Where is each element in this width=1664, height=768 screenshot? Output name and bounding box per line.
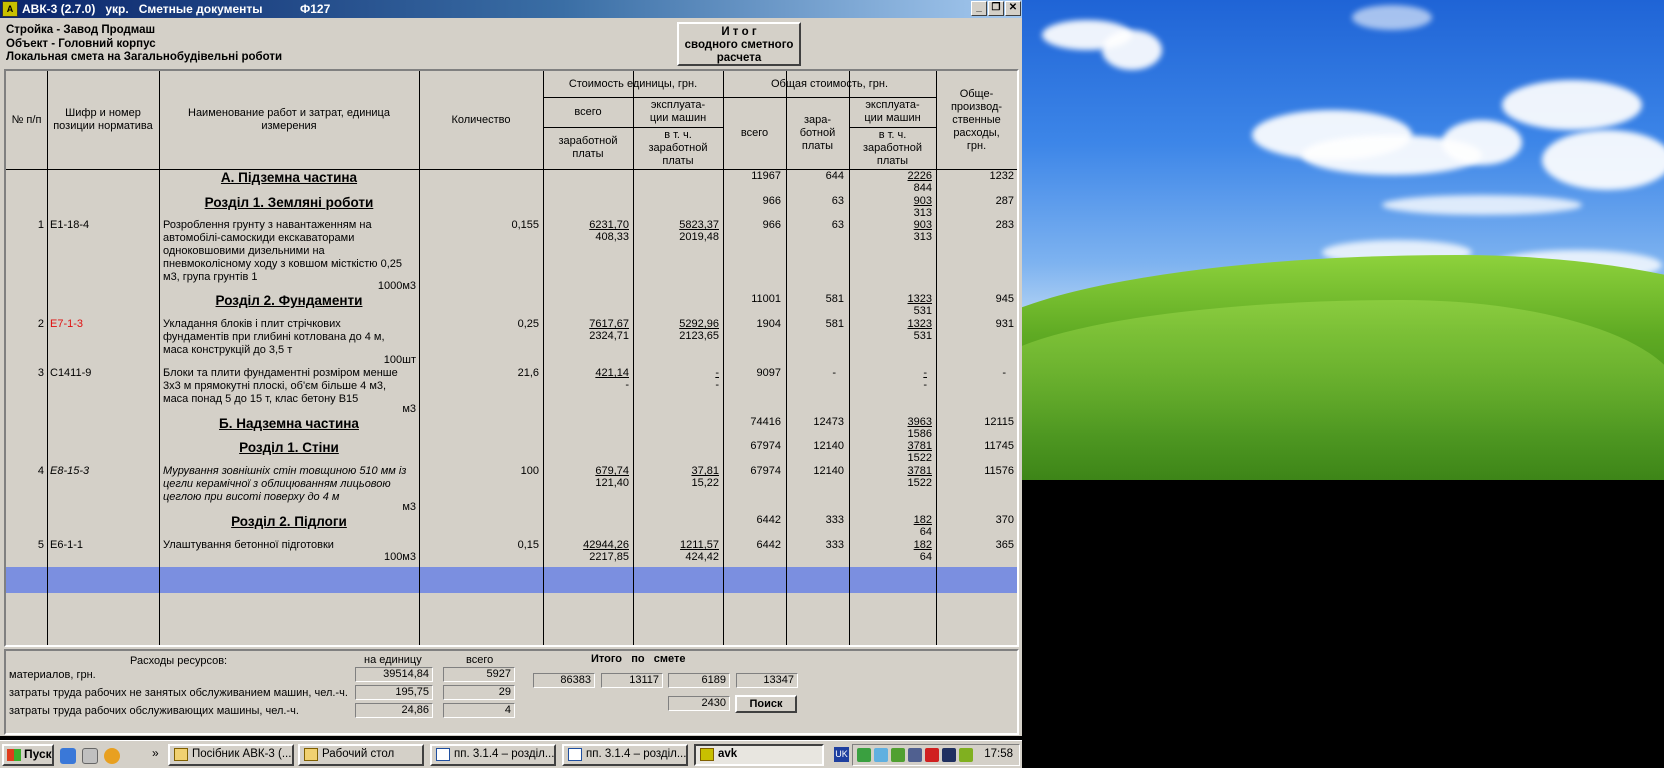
internet-explorer-icon[interactable] [60,748,76,764]
labor-workers-all-field: 29 [443,685,515,700]
col-qty-header: Количество [451,113,511,126]
estimate-grid[interactable]: № п/п Шифр и номер позиции норматива Наи… [4,69,1019,647]
folder-icon [304,748,318,761]
col-name-header: Наименование работ и затрат, единица изм… [188,107,390,132]
col-total-cost-header: Общая стоимость, грн. [770,77,889,90]
labor-workers-unit-field: 195,75 [355,685,433,700]
col-unit-cost-header: Стоимость единицы, грн. [568,77,698,90]
minimize-button[interactable]: _ [971,1,987,16]
total-machine-field: 6189 [668,673,730,688]
col-unit-wages-header: заработной платы [558,135,618,160]
total-overhead-field: 13347 [736,673,798,688]
materials-all-field: 5927 [443,667,515,682]
project-line: Стройка - Завод Продмаш [6,24,156,36]
materials-label: материалов, грн. [9,669,96,681]
show-desktop-icon[interactable] [82,748,98,764]
tray-icon-2[interactable] [874,748,888,762]
language-indicator[interactable]: UK [834,747,849,762]
col-overhead-header: Обще- производ- ственные расходы, грн. [950,87,1003,152]
task-button-avk[interactable]: avk [694,744,824,766]
labor-machines-label: затраты труда рабочих обслуживающих маши… [9,705,299,717]
folder-icon [174,748,188,761]
title-bar[interactable]: A АВК-3 (2.7.0) укр. Сметные документы Ф… [0,0,1022,18]
word-document-icon [568,748,582,761]
clock[interactable]: 17:58 [984,748,1013,760]
form-code: Ф127 [300,2,331,16]
search-button[interactable]: Поиск [735,695,797,713]
tray-icon-7[interactable] [959,748,973,762]
window-title: АВК-3 (2.7.0) укр. Сметные документы [22,2,263,16]
word-document-icon [436,748,450,761]
app-window: A АВК-3 (2.7.0) укр. Сметные документы Ф… [0,0,1022,736]
summary-estimate-button[interactable]: И т о г сводного сметного расчета [677,22,801,66]
total-wages-field: 13117 [601,673,663,688]
task-button-guide[interactable]: Посібник АВК-3 (... [168,744,294,766]
estimate-totals-title: Итого по смете [591,653,686,665]
col-total-all-header: всего [740,126,769,139]
selected-row-highlight [6,567,1017,593]
tray-icon-6[interactable] [942,748,956,762]
estimate-line: Локальная смета на Загальнобудівельні ро… [6,51,283,63]
labor-machines-all-field: 4 [443,703,515,718]
col-total-machine-header: эксплуата- ции машин [864,99,921,124]
resources-panel: Расходы ресурсов: на единицу всего матер… [4,649,1019,735]
media-player-icon[interactable] [104,748,120,764]
tray-icon-4[interactable] [908,748,922,762]
tray-icon-5[interactable] [925,748,939,762]
search-value-field[interactable]: 2430 [668,696,730,711]
total-all-field: 86383 [533,673,595,688]
estimate-info: Стройка - Завод Продмаш Объект - Головни… [6,24,282,65]
app-icon: A [2,1,18,17]
col-code-header: Шифр и номер позиции норматива [53,107,153,132]
system-tray: 17:58 [852,744,1020,766]
desktop-wallpaper [1022,0,1664,480]
tray-icon-3[interactable] [891,748,905,762]
avk-app-icon [700,748,714,761]
close-button[interactable]: ✕ [1005,1,1021,16]
labor-workers-label: затраты труда рабочих не занятых обслужи… [9,687,348,699]
col-unit-all-header: всего [574,105,602,118]
taskbar: Пуск » Посібник АВК-3 (... Рабочий стол … [0,740,1022,768]
quicklaunch-chevron-icon[interactable]: » [152,746,159,760]
task-button-desktop[interactable]: Рабочий стол [298,744,424,766]
task-button-doc-2[interactable]: пп. 3.1.4 – розділ... [562,744,688,766]
resources-title: Расходы ресурсов: [130,655,228,667]
tray-icon-1[interactable] [857,748,871,762]
col-num-header: № п/п [11,113,42,126]
windows-logo-icon [7,749,21,761]
task-button-doc-1[interactable]: пп. 3.1.4 – розділ... [430,744,556,766]
object-line: Объект - Головний корпус [6,37,156,50]
labor-machines-unit-field: 24,86 [355,703,433,718]
restore-button[interactable]: ❐ [988,1,1004,16]
col-unit-machine-header: эксплуата- ции машин [649,99,707,124]
col-unit-machine-wages-header: в т. ч. заработной платы [648,128,708,167]
materials-unit-field: 39514,84 [355,667,433,682]
col-total-machine-wages-header: в т. ч. заработной платы [863,128,922,167]
col-total-wages-header: зара- ботной платы [799,113,836,152]
all-label: всего [466,654,494,666]
start-button[interactable]: Пуск [2,744,54,766]
per-unit-label: на единицу [364,654,422,666]
